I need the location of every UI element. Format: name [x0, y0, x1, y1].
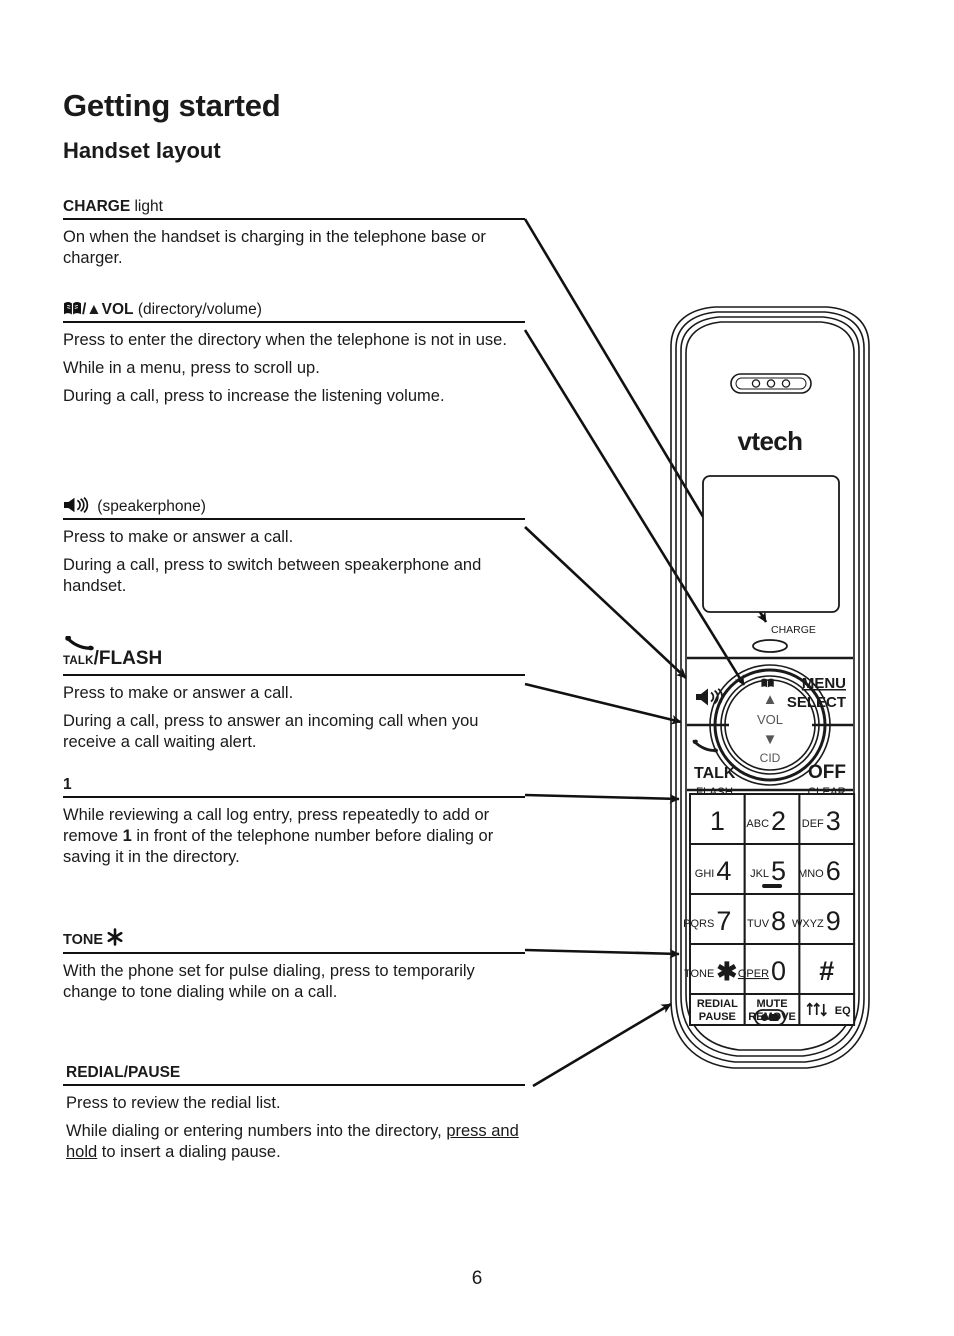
- key-letters: OPER: [738, 968, 769, 980]
- key-letters: TUV: [747, 918, 770, 930]
- feature-paragraph: Press to review the redial list.: [66, 1094, 281, 1112]
- feature-heading-bold: /▲VOL: [82, 301, 134, 318]
- feature-heading: (speakerphone): [63, 497, 525, 518]
- bottom-key-label: REDIAL: [697, 998, 738, 1010]
- feature-paragraph: While dialing or entering numbers into t…: [66, 1122, 519, 1161]
- bottom-key-label: EQ: [835, 1005, 851, 1017]
- nav-vol-label: VOL: [757, 712, 783, 727]
- key-digit: 1: [710, 806, 725, 836]
- key-digit: 0: [771, 956, 786, 986]
- feature-heading-regular: (speakerphone): [93, 498, 206, 515]
- key-digit: 9: [826, 906, 841, 936]
- talk-label-group: TALK: [63, 635, 94, 672]
- feature-heading: 1: [63, 775, 525, 796]
- bottom-key-label: MUTE: [756, 998, 787, 1010]
- key-letters: ABC: [746, 818, 769, 830]
- feature-heading-bold: 1: [63, 776, 72, 793]
- feature-paragraph: During a call, press to answer an incomi…: [63, 712, 479, 751]
- star-icon: [107, 928, 123, 946]
- key-letters: GHI: [695, 868, 715, 880]
- key-letters: TONE: [684, 968, 714, 980]
- feature-paragraph: While reviewing a call log entry, press …: [63, 806, 494, 866]
- key-5-tactile-bar: [762, 884, 783, 888]
- select-label: SELECT: [787, 694, 846, 711]
- nav-up-arrow[interactable]: ▲: [763, 691, 778, 708]
- earpiece-icon: [730, 373, 812, 394]
- key-digit: #: [819, 956, 834, 986]
- feature-heading-regular: (directory/volume): [133, 301, 262, 318]
- feature-paragraph: Press to make or answer a call.: [63, 528, 294, 546]
- feature-heading: CHARGE light: [63, 197, 525, 218]
- feature-redial-pause: REDIAL/PAUSE Press to review the redial …: [63, 1063, 525, 1163]
- keypad[interactable]: 1 ABC 2 DEF 3 GHI 4 JKL 5 MNO 6 PQRS 7 TUV 8 WXYZ 9 TONE ✱…: [683, 793, 856, 995]
- bottom-key-label: PAUSE: [699, 1011, 736, 1023]
- brand-logo: vtech: [738, 426, 803, 456]
- feature-paragraph: During a call, press to switch between s…: [63, 556, 482, 595]
- feature-tone-star: TONE With the phone set for pulse dialin…: [63, 928, 525, 1003]
- feature-heading: REDIAL/PAUSE: [66, 1063, 525, 1084]
- feature-paragraph: Press to enter the directory when the te…: [63, 331, 507, 349]
- heading-rule: [63, 952, 525, 954]
- feature-charge-light: CHARGE light On when the handset is char…: [63, 197, 525, 269]
- key-digit: 4: [716, 856, 731, 886]
- feature-key-one: 1 While reviewing a call log entry, pres…: [63, 775, 525, 868]
- feature-heading: TONE: [63, 928, 525, 952]
- feature-paragraph: While in a menu, press to scroll up.: [63, 359, 320, 377]
- heading-rule: [63, 218, 525, 220]
- feature-talk-flash: TALK/FLASH Press to make or answer a cal…: [63, 635, 525, 753]
- heading-rule: [63, 1084, 525, 1086]
- feature-directory-volume: /▲VOL (directory/volume) Press to enter …: [63, 300, 525, 407]
- off-label: OFF: [808, 762, 846, 783]
- key-letters: PQRS: [683, 918, 714, 930]
- eq-arrows-icon: [806, 1002, 827, 1017]
- feature-paragraph: On when the handset is charging in the t…: [63, 228, 486, 267]
- nav-cid-label: CID: [760, 751, 781, 765]
- key-letters: WXYZ: [792, 918, 824, 930]
- key-digit: 7: [716, 906, 731, 936]
- page-title: Getting started: [63, 88, 281, 123]
- book-icon: [63, 301, 82, 316]
- key-letters: JKL: [750, 868, 769, 880]
- heading-rule: [63, 321, 525, 323]
- menu-label: MENU: [802, 675, 846, 692]
- talk-handset-icon: [65, 635, 99, 658]
- feature-heading: /▲VOL (directory/volume): [63, 300, 525, 321]
- feature-paragraph: With the phone set for pulse dialing, pr…: [63, 962, 475, 1001]
- feature-speakerphone: (speakerphone) Press to make or answer a…: [63, 497, 525, 597]
- key-digit: 6: [826, 856, 841, 886]
- handset-illustration: vtech CHARGE ▲ VOL ▼ CID TALK MENU SELEC…: [670, 306, 870, 1069]
- key-digit: 2: [771, 806, 786, 836]
- feature-paragraph: During a call, press to increase the lis…: [63, 387, 445, 405]
- heading-rule: [63, 518, 525, 520]
- key-digit: ✱: [716, 958, 737, 986]
- speaker-icon: [63, 497, 93, 513]
- feature-heading-regular: light: [130, 198, 163, 215]
- key-letters: DEF: [802, 818, 824, 830]
- charge-led: [752, 639, 788, 653]
- feature-paragraph: Press to make or answer a call.: [63, 684, 294, 702]
- key-digit: 5: [771, 856, 786, 886]
- feature-heading-bold: CHARGE: [63, 198, 131, 215]
- nav-down-arrow[interactable]: ▼: [763, 731, 778, 748]
- talk-label: TALK: [694, 765, 736, 782]
- heading-rule: [63, 796, 525, 798]
- feature-heading-bold: REDIAL/PAUSE: [66, 1064, 181, 1081]
- feature-heading-bold: TONE: [63, 932, 108, 948]
- feature-heading-bold: /FLASH: [93, 648, 163, 669]
- page-number: 6: [471, 1268, 483, 1289]
- key-letters: MNO: [798, 868, 824, 880]
- lcd-screen: [702, 475, 840, 613]
- charge-label: CHARGE: [771, 624, 816, 636]
- section-title: Handset layout: [63, 138, 221, 163]
- feature-heading: TALK/FLASH: [63, 635, 525, 674]
- heading-rule: [63, 674, 525, 676]
- key-digit: 3: [826, 806, 841, 836]
- key-digit: 8: [771, 906, 786, 936]
